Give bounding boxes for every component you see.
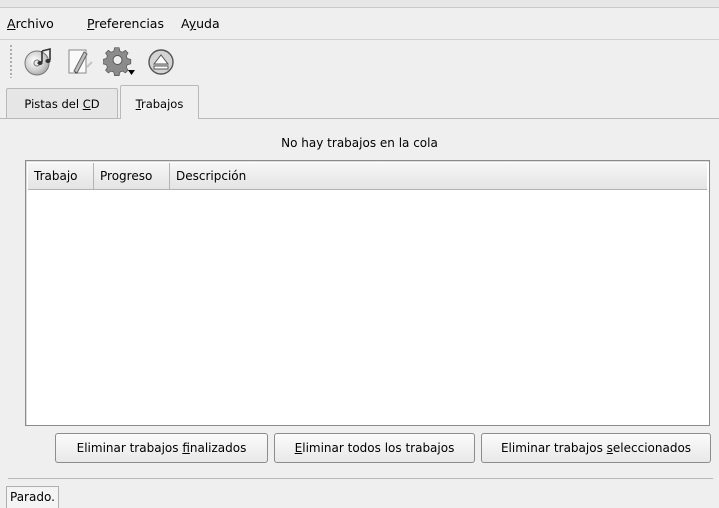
status-bar: Parado. <box>0 484 719 508</box>
remove-selected-jobs-button[interactable]: Eliminar trabajos seleccionados <box>481 433 711 463</box>
remove-finished-jobs-button[interactable]: Eliminar trabajos finalizados <box>55 433 268 463</box>
edit-button[interactable] <box>62 46 96 78</box>
remove-all-jobs-button[interactable]: Eliminar todos los trabajos <box>274 433 475 463</box>
tab-baseline-left <box>0 118 120 119</box>
tab-trabajos[interactable]: Trabajos <box>120 85 199 119</box>
tab-baseline-right <box>199 118 719 119</box>
bottom-separator <box>8 478 713 479</box>
toolbar-grip[interactable] <box>9 44 14 78</box>
edit-pencil-icon <box>64 47 94 77</box>
column-header-trabajo[interactable]: Trabajo <box>28 163 94 189</box>
tab-pistas-del-cd[interactable]: Pistas del CD <box>6 88 118 118</box>
cd-music-button[interactable] <box>22 46 56 78</box>
eject-icon <box>146 47 176 77</box>
toolbar <box>0 40 719 84</box>
column-header-progreso[interactable]: Progreso <box>94 163 170 189</box>
gear-settings-icon <box>103 46 137 78</box>
jobs-list-header: Trabajo Progreso Descripción <box>28 163 707 190</box>
menu-bar: Archivo Preferencias Ayuda <box>0 9 719 40</box>
jobs-list[interactable]: Trabajo Progreso Descripción <box>25 160 710 426</box>
settings-button[interactable] <box>103 46 137 78</box>
menu-archivo[interactable]: Archivo <box>7 17 54 31</box>
menu-preferencias[interactable]: Preferencias <box>87 17 164 31</box>
window-top-edge <box>0 0 719 8</box>
status-text: Parado. <box>6 486 59 508</box>
column-header-descripcion[interactable]: Descripción <box>170 163 707 189</box>
eject-button[interactable] <box>144 46 178 78</box>
tab-bar: Pistas del CD Trabajos <box>0 84 719 119</box>
queue-status-message: No hay trabajos en la cola <box>281 136 438 150</box>
menu-ayuda[interactable]: Ayuda <box>181 17 220 31</box>
cd-music-icon <box>23 47 55 77</box>
